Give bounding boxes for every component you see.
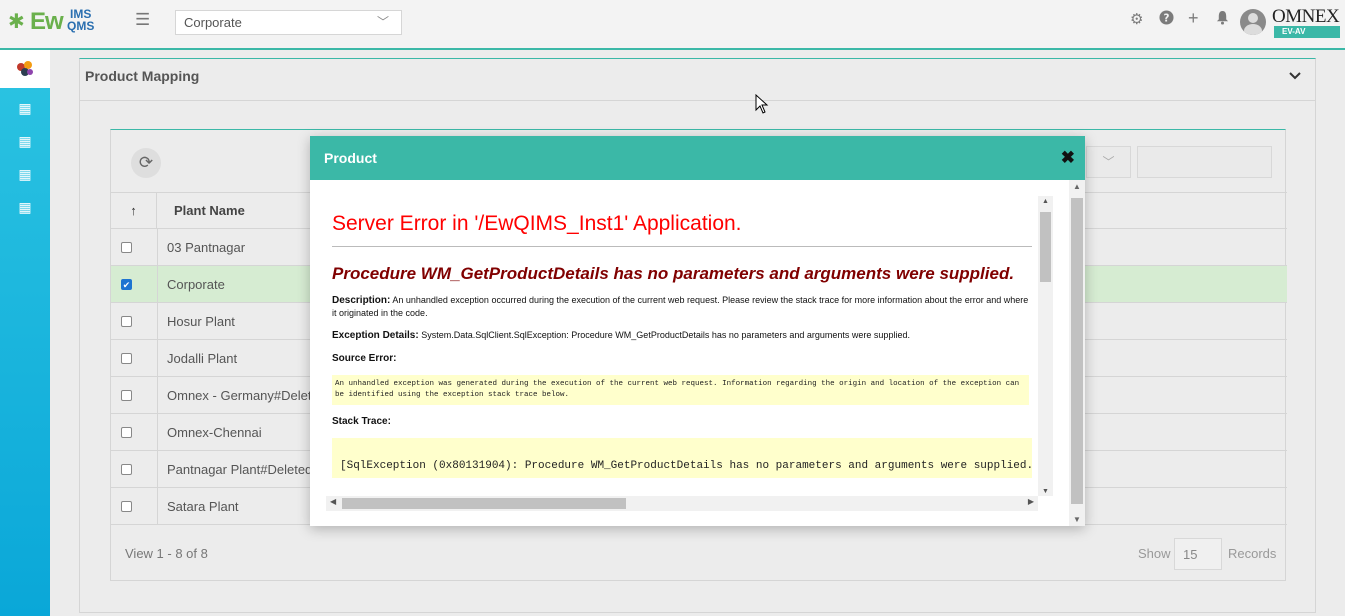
- product-modal: Product ✖ ▲ ▼ Server Error in '/EwQIMS_I…: [310, 136, 1085, 526]
- row-checkbox[interactable]: [121, 353, 132, 364]
- brand-name: OMNEX: [1272, 6, 1340, 27]
- error-horizontal-scrollbar[interactable]: ◀ ▶: [326, 496, 1038, 511]
- view-info: View 1 - 8 of 8: [125, 546, 208, 561]
- scroll-down-icon[interactable]: ▼: [1073, 515, 1081, 524]
- column-header-plant-name[interactable]: Plant Name: [174, 203, 245, 218]
- error-heading: Server Error in '/EwQIMS_Inst1' Applicat…: [332, 212, 1032, 247]
- exception-text: System.Data.SqlClient.SqlException: Proc…: [421, 330, 910, 340]
- records-label: Records: [1228, 546, 1277, 561]
- row-checkbox[interactable]: ✔: [121, 279, 132, 290]
- panel-title: Product Mapping: [85, 68, 200, 84]
- row-checkbox[interactable]: [121, 390, 132, 401]
- error-description: Description: An unhandled exception occu…: [332, 294, 1030, 319]
- mouse-cursor-icon: [755, 94, 769, 114]
- site-select-value: Corporate: [184, 15, 242, 30]
- bell-icon[interactable]: [1216, 10, 1229, 29]
- sidebar-building-icon[interactable]: ▦: [0, 133, 50, 159]
- brand-tag: EV-AV: [1274, 26, 1340, 38]
- top-bar: ✱ Ew IMS QMS ☰ Corporate ﹀ ⚙ ? + OMNEX E…: [0, 0, 1345, 50]
- refresh-button[interactable]: ⟳: [131, 148, 161, 178]
- row-divider: [157, 303, 158, 340]
- row-divider: [157, 451, 158, 488]
- site-select[interactable]: Corporate ﹀: [175, 10, 402, 35]
- brand-logo: OMNEX EV-AV: [1272, 6, 1342, 38]
- logo-gear-icon: ✱: [8, 11, 25, 33]
- row-checkbox[interactable]: [121, 242, 132, 253]
- error-vertical-scrollbar[interactable]: ▲ ▼: [1038, 196, 1053, 496]
- table-footer: View 1 - 8 of 8 Show 15 Records: [111, 526, 1287, 581]
- exception-details: Exception Details: System.Data.SqlClient…: [332, 329, 1030, 342]
- row-checkbox[interactable]: [121, 316, 132, 327]
- row-divider: [157, 229, 158, 266]
- left-sidebar: ▦ ▦ ▦ ▦: [0, 50, 50, 616]
- source-error-text: An unhandled exception was generated dur…: [332, 375, 1029, 405]
- source-error: Source Error:: [332, 352, 1030, 365]
- logo-text: Ew: [30, 8, 64, 35]
- stack-trace-text: [SqlException (0x80131904): Procedure WM…: [332, 438, 1032, 478]
- gear-icon[interactable]: ⚙: [1130, 10, 1143, 28]
- scroll-right-icon[interactable]: ▶: [1028, 497, 1034, 506]
- scroll-down-icon[interactable]: ▼: [1042, 488, 1049, 495]
- row-checkbox[interactable]: [121, 427, 132, 438]
- page-size-input[interactable]: 15: [1174, 538, 1222, 570]
- grid-search-input[interactable]: [1137, 146, 1272, 178]
- plant-name-cell: Hosur Plant: [167, 314, 235, 329]
- scroll-up-icon[interactable]: ▲: [1042, 198, 1049, 205]
- modal-header: Product ✖: [310, 136, 1085, 180]
- modal-title: Product: [324, 150, 377, 166]
- sidebar-home-icon[interactable]: [0, 50, 50, 88]
- sort-icon[interactable]: ↑: [111, 193, 157, 229]
- sidebar-building-icon[interactable]: ▦: [0, 199, 50, 225]
- plant-name-cell: Satara Plant: [167, 499, 239, 514]
- grid-filter-select[interactable]: ﹀: [1086, 146, 1131, 178]
- error-content: Server Error in '/EwQIMS_Inst1' Applicat…: [332, 196, 1032, 496]
- row-divider: [157, 377, 158, 414]
- logo-qms: QMS: [67, 19, 95, 33]
- help-icon[interactable]: ?: [1159, 10, 1174, 29]
- scroll-thumb[interactable]: [1071, 198, 1083, 504]
- row-divider: [157, 414, 158, 451]
- error-frame: Server Error in '/EwQIMS_Inst1' Applicat…: [326, 196, 1054, 514]
- chevron-down-icon: ﹀: [376, 15, 389, 29]
- scroll-left-icon[interactable]: ◀: [330, 497, 336, 506]
- plant-name-cell: Pantnagar Plant#Deleted: [167, 462, 313, 477]
- description-label: Description:: [332, 295, 391, 306]
- collapse-chevron-icon[interactable]: [1289, 67, 1301, 83]
- plant-name-cell: Omnex - Germany#Delet: [167, 388, 312, 403]
- row-divider: [157, 488, 158, 525]
- menu-toggle-icon[interactable]: ☰: [135, 10, 150, 30]
- row-divider: [157, 266, 158, 303]
- stack-trace: Stack Trace:: [332, 415, 1030, 428]
- sidebar-building-icon[interactable]: ▦: [0, 100, 50, 126]
- svg-text:?: ?: [1164, 12, 1170, 24]
- plant-name-cell: 03 Pantnagar: [167, 240, 246, 255]
- row-checkbox[interactable]: [121, 501, 132, 512]
- plus-icon[interactable]: +: [1188, 8, 1199, 29]
- show-label: Show: [1138, 546, 1171, 561]
- stack-label: Stack Trace:: [332, 416, 391, 427]
- row-divider: [157, 340, 158, 377]
- row-checkbox[interactable]: [121, 464, 132, 475]
- panel-header: Product Mapping: [80, 59, 1315, 101]
- scroll-up-icon[interactable]: ▲: [1073, 182, 1081, 191]
- plant-name-cell: Jodalli Plant: [167, 351, 238, 366]
- close-icon[interactable]: ✖: [1061, 149, 1075, 166]
- app-logo[interactable]: ✱ Ew IMS QMS: [8, 6, 103, 40]
- user-avatar[interactable]: [1240, 9, 1266, 35]
- exception-label: Exception Details:: [332, 330, 419, 341]
- plant-name-cell: Corporate: [167, 277, 225, 292]
- plant-name-cell: Omnex-Chennai: [167, 425, 262, 440]
- scroll-thumb[interactable]: [342, 498, 626, 509]
- description-text: An unhandled exception occurred during t…: [332, 295, 1029, 318]
- scroll-thumb[interactable]: [1040, 212, 1051, 282]
- sidebar-building-icon[interactable]: ▦: [0, 166, 50, 192]
- modal-vertical-scrollbar[interactable]: ▲ ▼: [1069, 180, 1085, 526]
- source-label: Source Error:: [332, 353, 397, 364]
- error-message: Procedure WM_GetProductDetails has no pa…: [332, 264, 1015, 283]
